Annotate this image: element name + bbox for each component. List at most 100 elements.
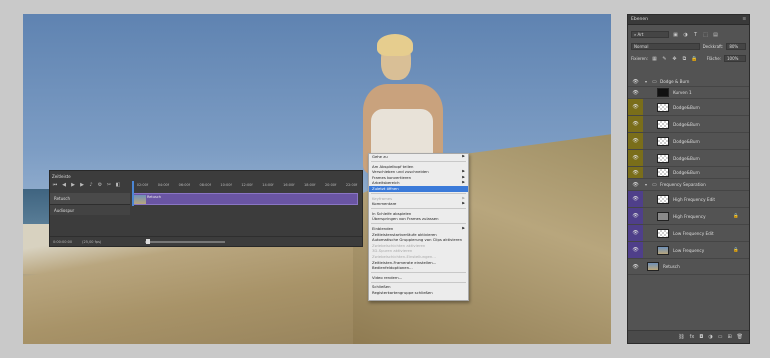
visibility-eye-icon[interactable]: 👁 [628,77,643,86]
group-folder-icon: ▭ [652,78,657,85]
first-frame-icon[interactable]: ⏮ [52,182,58,188]
ruler-tick: 12:00f [241,183,253,187]
prev-frame-icon[interactable]: ◀ [61,182,67,188]
lock-transparency-icon[interactable]: ▦ [651,56,658,62]
menu-item-label: Keyframes [372,195,393,201]
folder-icon[interactable]: ▭ [718,334,723,340]
layer-row[interactable]: 👁 Dodge&Burn [628,99,749,116]
layer-row[interactable]: 👁 Low Frequency 🔒 [628,242,749,259]
blend-mode-select[interactable]: Normal [631,43,700,50]
opacity-input[interactable]: 80% [726,43,746,50]
lock-artboard-icon[interactable]: ⧉ [681,56,688,62]
track-header-video[interactable]: Retusch [50,193,130,205]
ruler-tick: 16:00f [283,183,295,187]
filter-pixel-icon[interactable]: ▣ [672,32,679,38]
layer-name: Dodge&Burn [673,170,700,175]
visibility-eye-icon[interactable]: 👁 [628,191,643,207]
split-icon[interactable]: ✂ [106,182,112,188]
visibility-eye-icon[interactable]: 👁 [628,242,643,258]
layer-row[interactable]: 👁 Dodge&Burn [628,133,749,150]
visibility-eye-icon[interactable]: 👁 [628,87,643,98]
filter-kind-value: Art [637,32,644,37]
visibility-eye-icon[interactable]: 👁 [628,259,643,274]
link-icon[interactable]: ⛓ [678,334,684,340]
lock-move-icon[interactable]: ✥ [671,56,678,62]
menu-item-label: Zwiebelschichten aktivieren [372,242,426,248]
fill-input[interactable]: 100% [724,55,746,62]
context-menu-item[interactable]: Kommentare ▶ [369,201,468,207]
expand-chevron-icon[interactable]: ▾ [645,182,652,187]
zoom-slider-knob[interactable] [146,239,150,244]
menu-separator [371,223,466,225]
visibility-eye-icon[interactable]: 👁 [628,179,643,190]
filter-shape-icon[interactable]: ⬚ [702,32,709,38]
menu-item-label: In Schleife abspielen [372,210,412,216]
context-menu-item[interactable]: Zuletzt öffnen [369,185,468,192]
layer-row[interactable]: 👁 High Frequency Edit [628,191,749,208]
timeline-ruler[interactable]: 02:00f 04:00f 06:00f 08:00f 10:00f 12:00… [132,181,362,189]
zoom-slider-track[interactable] [145,241,225,243]
context-menu-item[interactable]: Video rendern... [369,275,468,281]
playhead[interactable] [132,181,134,206]
video-clip[interactable]: Retusch [132,193,358,205]
visibility-eye-icon[interactable]: 👁 [628,133,643,149]
layer-row[interactable]: 👁 Dodge&Burn [628,116,749,133]
panel-title-ebenen[interactable]: Ebenen [631,16,648,24]
layer-row[interactable]: 👁 ▾ ▭ Dodge & Burn [628,77,749,87]
timeline-controls: ⏮ ◀ ▶ ▶ ♪ ⚙ ✂ ◧ [52,182,121,188]
layer-row[interactable]: 👁 Dodge&Burn [628,167,749,179]
context-menu-item[interactable]: Bedienfeldoptionen... [369,265,468,271]
expand-chevron-icon[interactable]: ▾ [645,79,652,84]
menu-item-label: 3D-Spuren aktivieren [372,248,413,254]
visibility-eye-icon[interactable]: 👁 [628,150,643,166]
ruler-tick: 14:00f [262,183,274,187]
visibility-eye-icon[interactable]: 👁 [628,208,643,224]
play-icon[interactable]: ▶ [70,182,76,188]
ruler-tick: 22:00f [345,183,358,187]
filter-kind-select[interactable]: ⌕ Art [631,31,669,38]
lock-brush-icon[interactable]: ✎ [661,56,668,62]
visibility-eye-icon[interactable]: 👁 [628,116,643,132]
fx-icon[interactable]: fx [690,334,695,340]
menu-item-label: Gehe zu [372,154,388,159]
settings-icon[interactable]: ⚙ [97,182,103,188]
fill-label: Fläche: [706,56,721,61]
filter-type-icon[interactable]: T [692,32,699,38]
layer-row[interactable]: 👁 ▾ ▭ Frequency Separation [628,179,749,191]
panel-menu-icon[interactable]: ☰ [742,16,746,21]
layer-row[interactable]: 👁 Dodge&Burn [628,150,749,167]
layer-row[interactable]: 👁 Retusch [628,259,749,275]
visibility-eye-icon[interactable]: 👁 [628,99,643,115]
new-layer-icon[interactable]: ⊞ [727,334,731,340]
menu-item-label: Kommentare [372,201,397,207]
context-menu-item[interactable]: Gehe zu ▶ [369,154,468,160]
lock-all-icon[interactable]: 🔒 [691,56,698,62]
filter-smart-icon[interactable]: ▤ [712,32,719,38]
mask-icon[interactable]: ◘ [699,334,703,340]
layer-name: High Frequency Edit [673,196,716,202]
layer-name: Low Frequency Edit [673,230,714,236]
audio-icon[interactable]: ♪ [88,182,94,188]
context-menu-item[interactable]: Überspringen von Frames zulassen [369,216,468,222]
ruler-tick: 06:00f [178,183,190,187]
menu-item-label: Registerkartengruppe schließen [372,289,433,295]
track-header-audio[interactable]: Audiospur [50,205,130,215]
adjustment-icon[interactable]: ◑ [708,334,712,340]
layer-thumbnail [657,136,669,146]
clip-label: Retusch [147,195,161,199]
next-frame-icon[interactable]: ▶ [79,182,85,188]
layer-row[interactable]: 👁 Kurven 1 [628,87,749,99]
transition-icon[interactable]: ◧ [115,182,121,188]
layer-row[interactable]: 👁 Low Frequency Edit [628,225,749,242]
visibility-eye-icon[interactable]: 👁 [628,167,643,178]
layer-row[interactable]: 👁 High Frequency 🔒 [628,208,749,225]
ruler-tick: 08:00f [199,183,211,187]
layer-thumbnail [657,211,669,221]
context-menu-item[interactable]: Registerkartengruppe schließen [369,290,468,296]
visibility-eye-icon[interactable]: 👁 [628,225,643,241]
menu-separator [371,161,466,163]
ruler-tick: 20:00f [324,183,337,187]
trash-icon[interactable]: 🗑 [737,334,743,340]
layer-thumbnail [647,262,659,271]
filter-adjust-icon[interactable]: ◑ [682,32,689,38]
